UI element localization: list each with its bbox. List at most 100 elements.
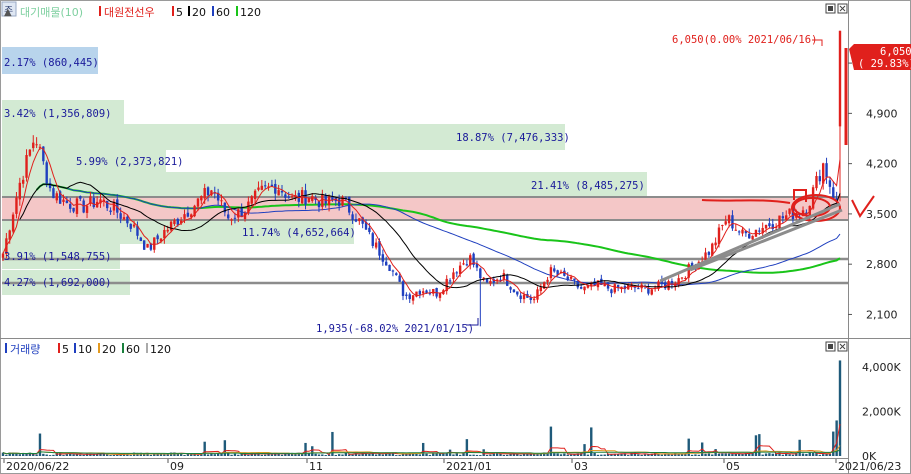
candle-body	[55, 193, 58, 201]
volume-bar	[425, 453, 428, 456]
candle-body	[206, 187, 210, 196]
candle-body	[532, 299, 536, 301]
volume-bar	[280, 454, 284, 456]
volume-bar	[593, 452, 596, 456]
volume-legend-title: 거래량	[10, 343, 40, 356]
candle-body	[32, 142, 35, 149]
candle-body	[680, 277, 684, 279]
current-price: 6,050	[880, 46, 911, 58]
volume-bar	[260, 454, 264, 456]
candle-body	[637, 288, 640, 290]
volume-bar	[79, 454, 82, 456]
candle-body	[274, 183, 277, 194]
stock-chart[interactable]: 2.17% (860,445) 3.42% (1,356,809) 18.87%…	[0, 0, 911, 474]
candle-body	[196, 198, 200, 207]
candle-body	[489, 280, 492, 284]
candle-body	[462, 263, 465, 265]
candle-body	[737, 231, 741, 233]
candle-body	[438, 292, 442, 298]
x-tick-label: 03	[574, 460, 588, 473]
candle-body	[455, 272, 458, 274]
volume-bar	[21, 454, 25, 456]
volume-bar	[129, 455, 132, 456]
volume-bar	[203, 441, 206, 456]
legend-stock-swatch	[99, 6, 101, 16]
candle-body	[579, 287, 583, 289]
x-tick-label: 11	[309, 460, 323, 473]
volume-bar	[42, 453, 45, 456]
candle-body	[62, 199, 65, 202]
candle-body	[109, 210, 112, 213]
candle-body	[307, 198, 311, 203]
candle-body	[35, 144, 38, 146]
volume-bar	[556, 453, 559, 456]
candle-body	[75, 198, 79, 214]
volume-bar	[479, 455, 482, 456]
volume-bar	[374, 454, 378, 456]
volume-bar	[838, 360, 842, 456]
candle-body	[65, 200, 69, 204]
candle-body	[502, 273, 506, 280]
volume-bar	[35, 454, 38, 456]
candle-body	[421, 291, 425, 294]
candle-body	[781, 216, 785, 219]
candle-body	[240, 207, 243, 218]
volume-bar	[186, 453, 190, 456]
candle-body	[610, 289, 613, 294]
candle-body	[509, 287, 512, 290]
candle-body	[277, 190, 280, 196]
volume-bar	[317, 454, 321, 456]
volume-bar	[704, 453, 707, 456]
volume-bar	[489, 454, 492, 456]
candle-body	[758, 230, 761, 232]
candle-body	[220, 200, 223, 202]
volume-bar	[727, 453, 731, 456]
vp-label-2: 3.42% (1,356,809)	[4, 108, 111, 120]
candle-body	[751, 235, 754, 240]
volume-bar	[475, 454, 479, 456]
candle-body	[418, 290, 422, 295]
candle-body	[569, 276, 573, 279]
volume-bar	[32, 453, 35, 456]
vp-label-1: 2.17% (860,445)	[4, 57, 99, 69]
candle-body	[129, 223, 132, 229]
candle-body	[166, 229, 169, 232]
candle-body	[253, 190, 257, 200]
volume-bar	[149, 454, 153, 456]
x-tick-label: 2021/06/23	[838, 460, 901, 473]
volume-bar	[583, 444, 586, 456]
candle-body	[163, 229, 166, 239]
volume-bar	[334, 454, 337, 456]
volume-bar	[643, 454, 647, 456]
volume-bar	[758, 434, 761, 456]
candle-body	[465, 264, 469, 266]
volume-bar	[196, 454, 200, 456]
volume-bar	[586, 454, 590, 456]
volume-bar	[721, 453, 724, 456]
candle-body	[257, 187, 260, 190]
candle-body	[126, 216, 129, 224]
volume-legend-ma-swatch	[74, 343, 76, 353]
candle-body	[119, 213, 122, 219]
candle-body	[321, 194, 324, 207]
candle-body	[549, 267, 553, 279]
vp-label-6: 11.74% (4,652,664)	[242, 227, 356, 239]
menu-icon[interactable]: ▲	[4, 7, 12, 18]
candle-body	[21, 179, 25, 184]
candle-body	[290, 196, 294, 198]
volume-bar	[48, 455, 52, 456]
candle-body	[233, 217, 237, 219]
candle-body	[173, 220, 176, 225]
volume-bar	[324, 455, 327, 456]
high-annotation: 6,050(0.00% 2021/06/16)	[672, 34, 817, 46]
volume-bar	[321, 454, 324, 456]
candle-body	[546, 279, 549, 282]
vp-label-4: 5.99% (2,373,821)	[76, 156, 183, 168]
legend-ma-label: 5	[176, 6, 183, 19]
volume-legend-swatch	[5, 343, 7, 353]
volume-bar	[398, 454, 401, 456]
candle-body	[832, 187, 835, 200]
volume-bar	[711, 454, 714, 456]
candle-body	[337, 199, 341, 206]
candle-body	[519, 295, 522, 300]
